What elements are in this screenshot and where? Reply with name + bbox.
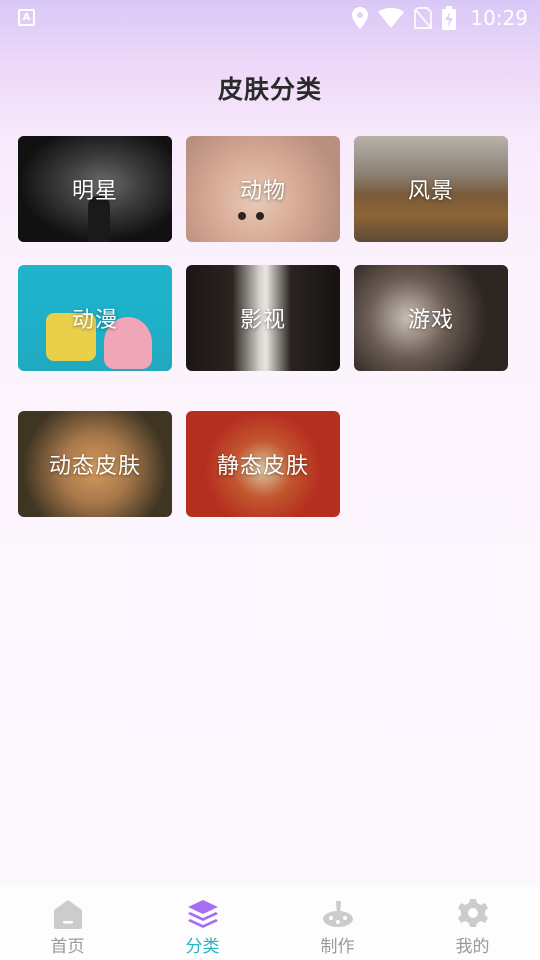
bottom-tab-bar: 首页 分类 制作 我的 xyxy=(0,886,540,960)
clock: 10:29 xyxy=(470,6,528,30)
status-bar: A 10:29 xyxy=(0,0,540,36)
no-sim-icon xyxy=(414,7,433,29)
wifi-icon xyxy=(378,8,405,28)
tab-create[interactable]: 制作 xyxy=(270,886,405,960)
category-tile-static-skin[interactable]: 静态皮肤 xyxy=(186,411,340,517)
tab-label: 分类 xyxy=(185,937,220,957)
category-tile-anime[interactable]: 动漫 xyxy=(18,265,172,371)
page-title: 皮肤分类 xyxy=(217,75,322,104)
category-tile-star[interactable]: 明星 xyxy=(18,136,172,242)
category-label: 动漫 xyxy=(71,308,118,333)
category-tile-game[interactable]: 游戏 xyxy=(354,265,508,371)
gear-icon xyxy=(457,899,488,927)
tab-label: 我的 xyxy=(455,937,490,957)
home-icon xyxy=(53,900,82,929)
app-notification-icon: A xyxy=(18,9,35,26)
category-label: 动物 xyxy=(239,179,286,204)
tab-home[interactable]: 首页 xyxy=(0,886,135,960)
category-label: 影视 xyxy=(239,308,286,333)
tab-label: 首页 xyxy=(50,937,85,957)
tab-mine[interactable]: 我的 xyxy=(405,886,540,960)
location-icon xyxy=(352,7,369,29)
tab-category[interactable]: 分类 xyxy=(135,886,270,960)
category-label: 明星 xyxy=(71,179,118,204)
battery-charging-icon xyxy=(442,6,457,30)
category-tile-scenery[interactable]: 风景 xyxy=(354,136,508,242)
category-tile-animal[interactable]: 动物 xyxy=(186,136,340,242)
category-label: 游戏 xyxy=(407,308,454,333)
category-label: 静态皮肤 xyxy=(216,454,309,479)
palette-icon xyxy=(322,901,353,927)
category-label: 风景 xyxy=(407,179,454,204)
tab-label: 制作 xyxy=(320,937,355,957)
status-icons: 10:29 xyxy=(352,6,528,30)
category-tile-film[interactable]: 影视 xyxy=(186,265,340,371)
category-tile-dynamic-skin[interactable]: 动态皮肤 xyxy=(18,411,172,517)
category-label: 动态皮肤 xyxy=(48,454,141,479)
layers-icon xyxy=(187,900,218,928)
